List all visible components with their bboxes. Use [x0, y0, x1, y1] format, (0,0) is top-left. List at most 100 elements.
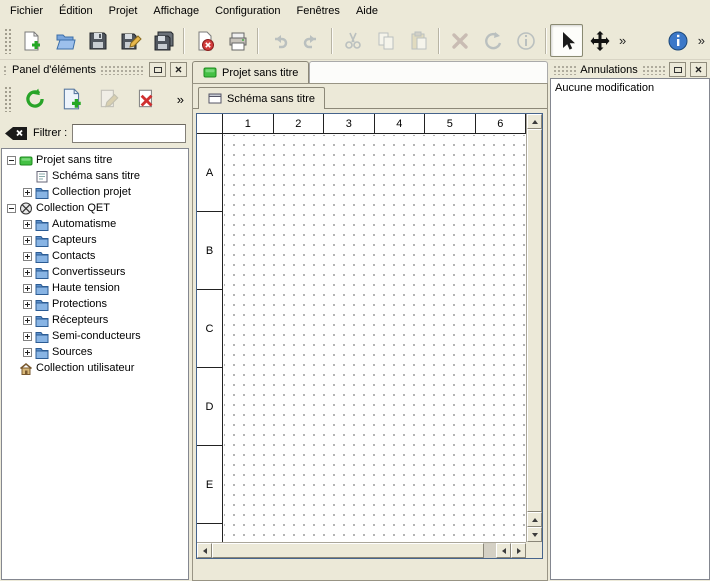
- new-project-button[interactable]: [15, 24, 48, 57]
- tree-item-collection-projet[interactable]: Collection projet: [2, 184, 188, 200]
- scroll-track[interactable]: [484, 543, 496, 558]
- selection-mode-button[interactable]: [550, 24, 583, 57]
- tree-item-semi-conducteurs[interactable]: Semi-conducteurs: [2, 328, 188, 344]
- tree-item-projet-sans-titre[interactable]: Projet sans titre: [2, 152, 188, 168]
- save-as-button[interactable]: [114, 24, 147, 57]
- new-element-button[interactable]: [55, 82, 89, 116]
- vertical-scroll-thumb[interactable]: [527, 129, 542, 512]
- tab-schema-sans-titre[interactable]: Schéma sans titre: [198, 87, 325, 109]
- folder-icon: [35, 186, 49, 199]
- about-button[interactable]: [662, 24, 695, 57]
- scroll-left-button-right[interactable]: [496, 543, 511, 558]
- scroll-down-button[interactable]: [527, 527, 542, 542]
- horizontal-scrollbar[interactable]: [197, 542, 526, 558]
- row-ruler: A B C D E: [197, 134, 223, 542]
- reload-collections-button[interactable]: [18, 82, 52, 116]
- tree-item-protections[interactable]: Protections: [2, 296, 188, 312]
- expand-expander-icon[interactable]: [23, 236, 32, 245]
- delete-element-button[interactable]: [129, 82, 163, 116]
- elements-panel-titlebar[interactable]: Panel d'éléments: [0, 60, 190, 78]
- expand-expander-icon[interactable]: [23, 284, 32, 293]
- scroll-up-button[interactable]: [527, 114, 542, 129]
- toolbar-separator: [438, 28, 440, 54]
- scroll-left-button[interactable]: [197, 543, 212, 558]
- undo-history-dock: Annulations Aucune modification: [550, 60, 710, 581]
- clear-filter-icon[interactable]: [4, 126, 28, 141]
- dock-handle-dots: [3, 65, 8, 75]
- folder-icon: [35, 346, 49, 359]
- tree-item-label: Collection projet: [52, 186, 131, 198]
- tree-item-automatisme[interactable]: Automatisme: [2, 216, 188, 232]
- toolbar-drag-handle[interactable]: [4, 28, 12, 54]
- tree-item-collection-utilisateur[interactable]: Collection utilisateur: [2, 360, 188, 376]
- scroll-up-button-bottom[interactable]: [527, 512, 542, 527]
- arrow-left-icon: [502, 548, 506, 554]
- expand-expander-icon[interactable]: [23, 252, 32, 261]
- open-project-button[interactable]: [48, 24, 81, 57]
- toolbar-separator: [331, 28, 333, 54]
- arrow-up-icon: [532, 518, 538, 522]
- expand-expander-icon[interactable]: [23, 332, 32, 341]
- menu-affichage[interactable]: Affichage: [145, 0, 207, 22]
- tree-item-capteurs[interactable]: Capteurs: [2, 232, 188, 248]
- dock-close-button[interactable]: [690, 62, 707, 77]
- toolbar-overflow-button[interactable]: »: [616, 33, 629, 48]
- undo-dock-titlebar[interactable]: Annulations: [550, 60, 710, 78]
- toolbar-overflow-right-button[interactable]: »: [695, 33, 708, 48]
- menu-configuration[interactable]: Configuration: [207, 0, 288, 22]
- save-all-button[interactable]: [147, 24, 180, 57]
- menu-edition[interactable]: Édition: [51, 0, 101, 22]
- toolbar-drag-handle[interactable]: [4, 86, 12, 112]
- close-file-button[interactable]: [188, 24, 221, 57]
- pan-mode-button[interactable]: [583, 24, 616, 57]
- folder-icon: [35, 282, 49, 295]
- arrow-left-icon: [203, 548, 207, 554]
- float-icon: [674, 67, 682, 73]
- ruler-column-1: 1: [223, 114, 274, 133]
- menu-fenetres[interactable]: Fenêtres: [289, 0, 348, 22]
- panel-toolbar-overflow-button[interactable]: »: [177, 92, 184, 107]
- scroll-right-button[interactable]: [511, 543, 526, 558]
- collapse-expander-icon[interactable]: [7, 156, 16, 165]
- menu-projet[interactable]: Projet: [101, 0, 146, 22]
- menu-aide[interactable]: Aide: [348, 0, 386, 22]
- collapse-expander-icon[interactable]: [7, 204, 16, 213]
- undo-icon: [268, 30, 290, 52]
- vertical-scrollbar[interactable]: [526, 114, 542, 542]
- ruler-column-5: 5: [425, 114, 476, 133]
- folder-icon: [35, 250, 49, 263]
- expand-expander-icon[interactable]: [23, 220, 32, 229]
- menu-fichier[interactable]: Fichier: [2, 0, 51, 22]
- expand-expander-icon[interactable]: [23, 300, 32, 309]
- close-icon: [175, 66, 182, 73]
- dock-float-button[interactable]: [149, 62, 166, 77]
- tree-item-collection-qet[interactable]: Collection QET: [2, 200, 188, 216]
- edit-element-button: [92, 82, 126, 116]
- diagram-canvas[interactable]: [224, 135, 526, 542]
- column-ruler: 1 2 3 4 5 6: [223, 114, 526, 134]
- tree-item-recepteurs[interactable]: Récepteurs: [2, 312, 188, 328]
- undo-history-list[interactable]: Aucune modification: [550, 78, 710, 580]
- element-info-button: [509, 24, 542, 57]
- dock-close-button[interactable]: [170, 62, 187, 77]
- tab-projet-sans-titre[interactable]: Projet sans titre: [192, 61, 309, 83]
- tree-item-schema-sans-titre[interactable]: Schéma sans titre: [2, 168, 188, 184]
- tree-item-sources[interactable]: Sources: [2, 344, 188, 360]
- tree-item-haute-tension[interactable]: Haute tension: [2, 280, 188, 296]
- print-button[interactable]: [221, 24, 254, 57]
- expand-expander-icon[interactable]: [23, 348, 32, 357]
- dock-float-button[interactable]: [669, 62, 686, 77]
- delete-button: [443, 24, 476, 57]
- tree-item-label: Schéma sans titre: [52, 170, 140, 182]
- tree-item-contacts[interactable]: Contacts: [2, 248, 188, 264]
- expand-expander-icon[interactable]: [23, 188, 32, 197]
- filter-input[interactable]: [72, 124, 186, 143]
- tree-item-convertisseurs[interactable]: Convertisseurs: [2, 264, 188, 280]
- float-icon: [154, 67, 162, 73]
- horizontal-scroll-thumb[interactable]: [212, 543, 484, 558]
- expand-expander-icon[interactable]: [23, 268, 32, 277]
- expand-expander-icon[interactable]: [23, 316, 32, 325]
- tree-item-label: Projet sans titre: [36, 154, 112, 166]
- arrow-up-icon: [532, 120, 538, 124]
- save-button[interactable]: [81, 24, 114, 57]
